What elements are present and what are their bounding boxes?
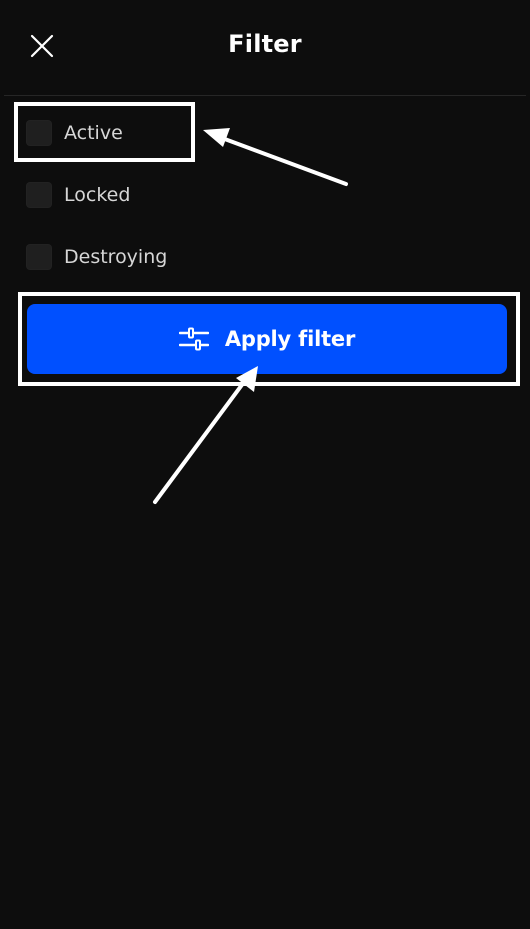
arrow-to-apply-button [153,366,258,504]
filter-option-active[interactable]: Active [26,119,123,147]
page-title: Filter [228,30,302,58]
filter-option-label: Destroying [64,246,168,268]
arrow-to-active [203,128,348,186]
apply-filter-button[interactable]: Apply filter [27,304,507,374]
destroying-checkbox[interactable] [26,244,52,270]
filter-option-locked[interactable]: Locked [26,181,130,209]
apply-filter-label: Apply filter [224,327,356,351]
header: Filter [0,0,530,95]
active-checkbox[interactable] [26,120,52,146]
header-divider [4,95,526,96]
filter-option-destroying[interactable]: Destroying [26,243,167,271]
filter-option-label: Locked [64,184,131,206]
sliders-icon [178,327,209,351]
filter-option-label: Active [64,122,123,144]
locked-checkbox[interactable] [26,182,52,208]
